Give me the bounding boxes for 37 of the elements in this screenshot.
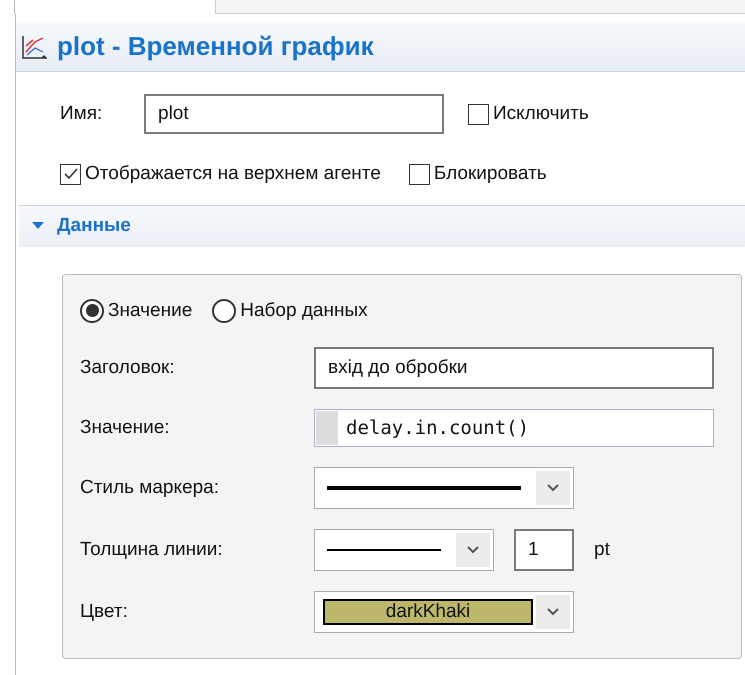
dropdown-button[interactable] [536, 595, 570, 629]
title-field[interactable]: вхід до обробки [314, 347, 714, 389]
section-header[interactable]: Данные [19, 204, 745, 246]
marker-style-dropdown[interactable] [314, 467, 574, 509]
field-label: Стиль маркера: [80, 476, 220, 500]
radio-button[interactable] [80, 298, 104, 323]
checkbox-label: Исключить [493, 102, 589, 126]
field-label: Толщина линии: [80, 538, 224, 562]
expression-field[interactable]: delay.in.count() [314, 409, 714, 447]
name-field[interactable]: plot [144, 94, 444, 134]
line-width-icon [327, 549, 441, 551]
checkbox[interactable] [408, 164, 430, 185]
field-label: Заголовок: [80, 356, 176, 380]
chevron-down-icon [466, 545, 480, 555]
radio-label: Значение [108, 298, 192, 322]
name-label: Имя: [60, 102, 104, 126]
color-dropdown[interactable]: darkKhaki [314, 591, 574, 633]
radio-label: Набор данных [240, 298, 368, 322]
color-swatch: darkKhaki [323, 599, 533, 625]
field-label: Значение: [80, 416, 171, 440]
width-field[interactable]: 1 [514, 529, 574, 571]
chevron-down-icon [546, 607, 560, 617]
dropdown-button[interactable] [536, 471, 570, 505]
line-style-icon [327, 486, 521, 490]
gutter-icon [316, 411, 338, 445]
field-label: Цвет: [80, 600, 129, 624]
checkbox-label: Отображается на верхнем агенте [85, 162, 381, 186]
checkbox-label: Блокировать [434, 162, 547, 186]
line-width-dropdown[interactable] [314, 529, 494, 571]
radio-button[interactable] [212, 298, 236, 323]
window-title: plot - Временной график [57, 30, 374, 63]
unit-label: pt [594, 538, 610, 562]
chevron-down-icon [546, 483, 560, 493]
dropdown-button[interactable] [456, 533, 490, 567]
checkbox[interactable] [60, 164, 81, 185]
checkbox[interactable] [468, 104, 489, 124]
chart-icon [21, 34, 49, 60]
